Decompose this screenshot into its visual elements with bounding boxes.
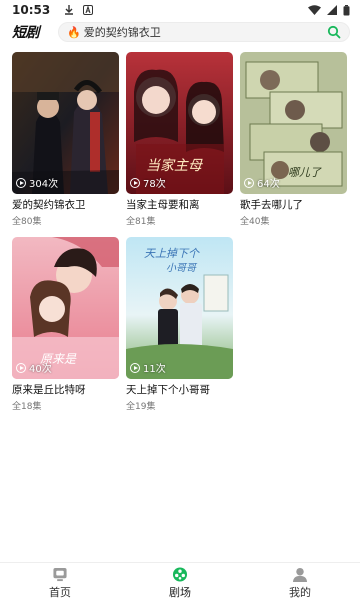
poster-image: 原来是	[12, 237, 119, 379]
play-count: 304次	[29, 179, 59, 190]
tv-icon	[53, 567, 67, 582]
drama-episodes: 全18集	[12, 402, 42, 412]
header: 短剧 🔥 爱的契约锦衣卫	[0, 22, 360, 42]
drama-card[interactable]: 当家主母 78次 当家主母要和离 全81集	[126, 52, 233, 227]
play-icon	[130, 362, 140, 373]
svg-text:天上掉下个: 天上掉下个	[144, 247, 200, 260]
drama-episodes: 全40集	[240, 217, 270, 227]
poster-image: 当家主母	[126, 52, 233, 194]
status-time: 10:53	[12, 3, 51, 17]
drama-card[interactable]: 哪儿了 64次 歌手去哪儿了 全40集	[240, 52, 347, 227]
drama-episodes: 全81集	[126, 217, 156, 227]
drama-poster[interactable]: 304次	[12, 52, 119, 194]
drama-title[interactable]: 原来是丘比特呀	[12, 382, 119, 397]
drama-title[interactable]: 歌手去哪儿了	[240, 197, 347, 212]
play-count: 64次	[257, 179, 280, 190]
play-count: 40次	[29, 364, 52, 375]
play-count-badge: 40次	[16, 360, 52, 375]
app-logo: 短剧	[12, 25, 40, 41]
drama-episodes: 全80集	[12, 217, 42, 227]
play-count-badge: 78次	[130, 175, 166, 190]
drama-card[interactable]: 天上掉下个 小哥哥 11次 天上掉下个小哥哥 全19集	[126, 237, 233, 412]
play-icon	[16, 177, 26, 188]
svg-text:小哥哥: 小哥哥	[166, 262, 198, 274]
nav-label: 首页	[49, 586, 71, 599]
play-icon	[130, 177, 140, 188]
svg-text:当家主母: 当家主母	[146, 158, 203, 174]
film-reel-icon	[172, 567, 188, 582]
search-icon[interactable]	[327, 25, 341, 39]
search-hint-text: 爱的契约锦衣卫	[83, 26, 161, 39]
nav-label: 我的	[289, 586, 311, 599]
status-bar: 10:53	[0, 0, 360, 20]
battery-icon	[343, 4, 350, 15]
drama-title[interactable]: 当家主母要和离	[126, 197, 233, 212]
nav-home[interactable]: 首页	[0, 563, 120, 600]
play-count-badge: 11次	[130, 360, 166, 375]
drama-poster[interactable]: 原来是 40次	[12, 237, 119, 379]
poster-image: 天上掉下个 小哥哥	[126, 237, 233, 379]
drama-card[interactable]: 原来是 40次 原来是丘比特呀 全18集	[12, 237, 119, 412]
nav-theater[interactable]: 剧场	[120, 563, 240, 600]
play-count: 78次	[143, 179, 166, 190]
nav-profile[interactable]: 我的	[240, 563, 360, 600]
drama-title[interactable]: 天上掉下个小哥哥	[126, 382, 233, 397]
poster-image	[12, 52, 119, 194]
play-icon	[16, 362, 26, 373]
play-count-badge: 304次	[16, 175, 58, 190]
drama-episodes: 全19集	[126, 402, 156, 412]
download-icon	[65, 5, 74, 15]
drama-title[interactable]: 爱的契约锦衣卫	[12, 197, 119, 212]
drama-poster[interactable]: 天上掉下个 小哥哥 11次	[126, 237, 233, 379]
user-icon	[292, 567, 308, 582]
play-icon	[244, 177, 254, 188]
signal-icon	[327, 5, 337, 15]
wifi-icon	[308, 5, 321, 15]
search-bar[interactable]: 🔥 爱的契约锦衣卫	[58, 22, 350, 42]
poster-image: 哪儿了	[240, 52, 347, 194]
bottom-nav: 首页 剧场 我的	[0, 562, 360, 600]
play-count-badge: 64次	[244, 175, 280, 190]
nav-label: 剧场	[169, 586, 191, 599]
drama-poster[interactable]: 当家主母 78次	[126, 52, 233, 194]
drama-poster[interactable]: 哪儿了 64次	[240, 52, 347, 194]
fire-icon: 🔥	[67, 25, 81, 39]
svg-text:哪儿了: 哪儿了	[288, 166, 322, 179]
notification-a-icon	[83, 5, 94, 15]
drama-card[interactable]: 304次 爱的契约锦衣卫 全80集	[12, 52, 119, 227]
play-count: 11次	[143, 364, 166, 375]
